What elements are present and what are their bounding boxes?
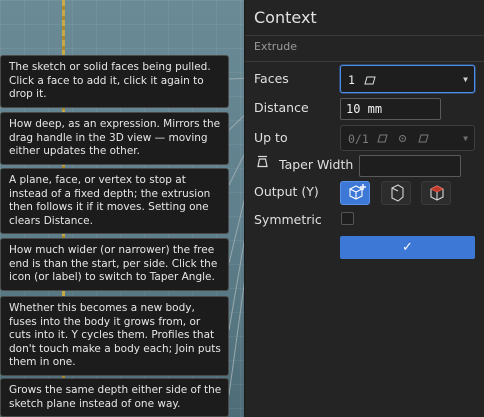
tooltip-symmetric: Grows the same depth either side of the …: [0, 378, 229, 417]
symmetric-label: Symmetric: [254, 212, 322, 227]
up-to-value: 0/1: [348, 132, 369, 146]
faces-label: Faces: [254, 71, 289, 86]
face-icon: [364, 76, 376, 85]
chevron-down-icon: ▼: [463, 134, 468, 143]
join-icon: [391, 184, 404, 202]
face-icon: [418, 134, 429, 143]
confirm-button[interactable]: ✓: [340, 236, 475, 259]
check-icon: ✓: [402, 240, 413, 255]
context-panel: Context Extrude Faces 1 ▼ Distance 10 mm…: [244, 0, 484, 417]
distance-value: 10 mm: [346, 102, 383, 116]
faces-value: 1: [348, 73, 355, 87]
operation-name: Extrude: [254, 40, 298, 53]
face-icon: [377, 134, 388, 143]
up-to-label: Up to: [254, 130, 288, 145]
tooltip-distance: How deep, as an expression. Mirrors the …: [0, 112, 229, 165]
faces-select[interactable]: 1 ▼: [340, 65, 475, 93]
taper-icon[interactable]: [257, 155, 268, 168]
symmetric-checkbox[interactable]: [341, 212, 354, 225]
cut-icon: [430, 185, 444, 201]
panel-title: Context: [254, 8, 317, 27]
output-cut-button[interactable]: [421, 181, 451, 205]
tooltip-faces: The sketch or solid faces being pulled. …: [0, 55, 229, 108]
up-to-select[interactable]: 0/1 ▼: [340, 125, 475, 151]
chevron-down-icon: ▼: [463, 75, 468, 84]
tooltip-taper-width: How much wider (or narrower) the free en…: [0, 238, 229, 291]
output-new-body-button[interactable]: [340, 181, 370, 205]
title-divider: [245, 35, 484, 36]
taper-width-label[interactable]: Taper Width: [279, 157, 353, 172]
vertex-icon: [399, 135, 406, 142]
distance-input[interactable]: 10 mm: [340, 98, 441, 120]
new-body-icon: [348, 184, 366, 200]
tooltip-output: Whether this becomes a new body, fuses i…: [0, 296, 229, 376]
output-join-button[interactable]: [381, 181, 411, 205]
tooltip-up-to: A plane, face, or vertex to stop at inst…: [0, 168, 229, 234]
distance-label: Distance: [254, 100, 309, 115]
output-label: Output (Y): [254, 184, 319, 199]
taper-width-input[interactable]: [359, 155, 461, 177]
subtitle-divider: [245, 61, 484, 62]
